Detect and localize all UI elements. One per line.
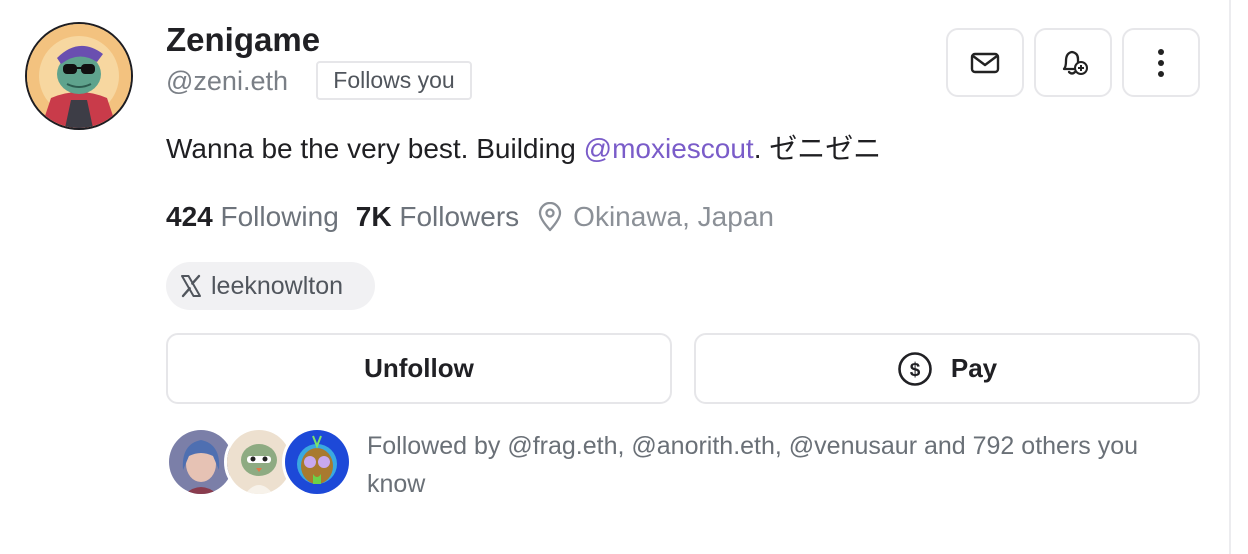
display-name: Zenigame — [166, 21, 321, 58]
panel-edge — [1229, 0, 1231, 554]
bio-text-end: . ゼニゼニ — [753, 133, 882, 164]
bell-plus-icon — [1062, 50, 1088, 75]
envelope-icon — [970, 52, 1000, 73]
x-logo-icon — [181, 274, 201, 298]
unfollow-label: Unfollow — [364, 353, 474, 383]
followers-count: 7K — [355, 201, 392, 232]
following-label: Following — [220, 201, 339, 232]
notify-button[interactable] — [1034, 28, 1112, 97]
svg-text:$: $ — [910, 360, 921, 381]
dollar-circle-icon: $ — [898, 351, 932, 386]
mutual-avatars[interactable] — [166, 427, 356, 499]
mutual-avatar[interactable] — [282, 427, 352, 497]
x-handle-text: leeknowlton — [211, 271, 344, 300]
location-text: Okinawa, Japan — [573, 201, 774, 232]
profile-stats: 424 Following 7K Followers Okinawa, Japa… — [166, 197, 774, 237]
message-button[interactable] — [946, 28, 1024, 97]
profile-avatar[interactable] — [25, 22, 133, 130]
following-count: 424 — [166, 201, 213, 232]
profile-bio: Wanna be the very best. Building @moxies… — [166, 130, 881, 168]
followers-link[interactable]: 7K Followers — [356, 197, 519, 237]
x-account-chip[interactable]: leeknowlton — [166, 262, 375, 310]
bio-mention-link[interactable]: @moxiescout — [584, 133, 754, 164]
pay-button[interactable]: $ Pay — [694, 333, 1200, 404]
unfollow-button[interactable]: Unfollow — [166, 333, 672, 404]
more-vertical-icon — [1158, 48, 1164, 77]
bio-text: Wanna be the very best. Building — [166, 133, 584, 164]
mutual-followers-text[interactable]: Followed by @frag.eth, @anorith.eth, @ve… — [367, 427, 1187, 503]
username-handle: @zeni.eth — [166, 66, 288, 96]
location-pin-icon — [539, 202, 562, 232]
more-options-button[interactable] — [1122, 28, 1200, 97]
followers-label: Followers — [399, 201, 520, 232]
follows-you-badge: Follows you — [316, 61, 472, 100]
pay-label: Pay — [950, 353, 998, 383]
following-link[interactable]: 424 Following — [166, 197, 339, 237]
